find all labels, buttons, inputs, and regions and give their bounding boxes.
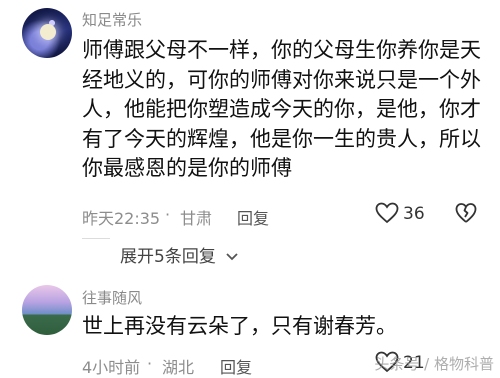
comment-location: 湖北: [162, 358, 195, 377]
avatar[interactable]: [22, 8, 72, 58]
comment-line: 师傅跟父母不一样，你的父母生你养你是天: [82, 38, 481, 62]
reply-button[interactable]: 回复: [220, 354, 252, 378]
like-count: 36: [403, 204, 425, 224]
meta-separator: ·: [165, 205, 171, 224]
comment-location: 甘肃: [180, 209, 213, 228]
reply-button[interactable]: 回复: [237, 205, 269, 229]
comment-line: 世上再没有云朵了，只有谢春芳。: [82, 314, 397, 338]
comment-line: 你最感恩的是你的师傅: [82, 156, 292, 180]
chevron-down-icon: [226, 253, 238, 261]
comment-line: 人，他能把你塑造成今天的你，是他，你才: [82, 97, 481, 121]
comment-line: 经地义的，可你的师傅对你来说只是一个外: [82, 67, 481, 92]
meta-separator: ·: [147, 354, 153, 373]
watermark: 头条号 / 格物科普: [374, 355, 494, 373]
comment-username[interactable]: 往事随风: [82, 287, 142, 308]
expand-replies-label: 展开5条回复: [120, 247, 216, 267]
comment-username[interactable]: 知足常乐: [82, 9, 142, 30]
comment-text: 世上再没有云朵了，只有谢春芳。: [82, 312, 462, 342]
expand-replies-button[interactable]: 展开5条回复: [120, 242, 239, 267]
moon-icon: [40, 24, 56, 40]
comment-time: 昨天22:35: [82, 209, 161, 228]
dislike-broken-heart-icon[interactable]: [454, 201, 478, 225]
like-heart-icon[interactable]: [374, 201, 400, 225]
thread-divider: [82, 238, 110, 239]
comment-time: 4小时前: [82, 358, 141, 377]
comment-text: 师傅跟父母不一样，你的父母生你养你是天 经地义的，可你的师傅对你来说只是一个外 …: [82, 36, 482, 184]
avatar[interactable]: [22, 285, 72, 335]
comment-line: 有了今天的辉煌，他是你一生的贵人，所以: [82, 126, 481, 151]
